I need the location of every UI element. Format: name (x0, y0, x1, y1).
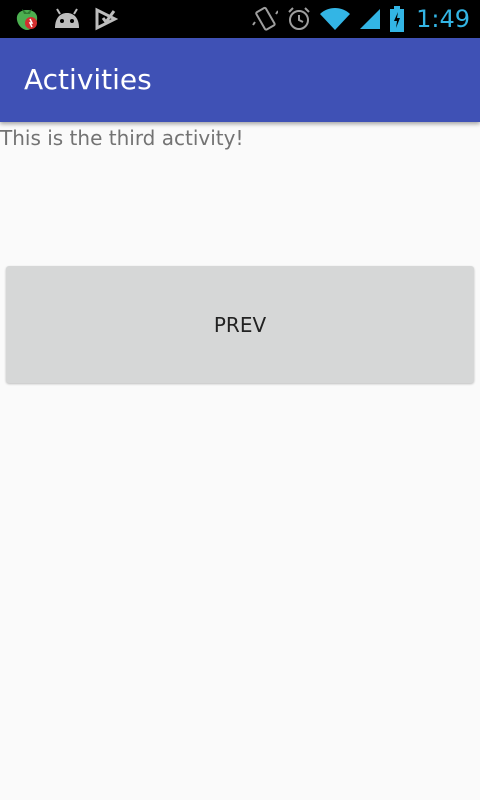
prev-button[interactable]: PREV (6, 266, 474, 383)
vibrate-icon (252, 6, 279, 31)
battery-charging-icon (390, 6, 405, 32)
status-time: 1:49 (416, 5, 470, 33)
android-debug-icon (55, 8, 79, 28)
signal-icon (360, 9, 381, 29)
alarm-icon (288, 7, 310, 30)
download-check-icon (95, 7, 118, 31)
notification-icons (14, 0, 118, 38)
app-title: Activities (24, 63, 152, 96)
wifi-icon (320, 8, 351, 30)
system-icons: 1:49 (252, 0, 470, 38)
status-bar: 1:49 (0, 0, 480, 38)
screen: 1:49 Activities This is the third activi… (0, 0, 480, 800)
app-bar: Activities (0, 38, 480, 122)
activity-message: This is the third activity! (0, 126, 244, 150)
strawberry-app-icon (16, 9, 38, 30)
